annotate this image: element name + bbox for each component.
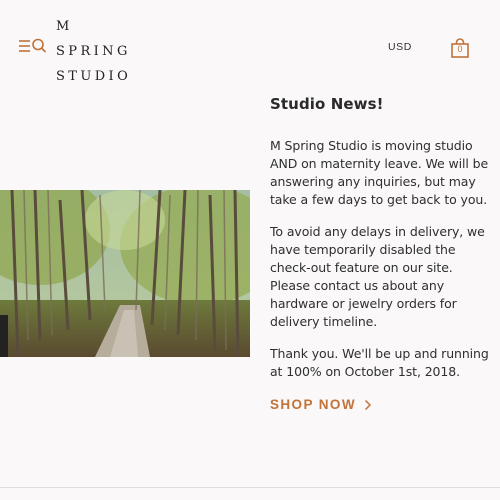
logo-line-2: SPRING bbox=[56, 44, 131, 59]
chevron-right-icon bbox=[364, 399, 372, 410]
news-content: Studio News! M Spring Studio is moving s… bbox=[270, 93, 492, 413]
cart-button[interactable]: 0 bbox=[450, 38, 470, 58]
logo-line-3: STUDIO bbox=[56, 69, 132, 84]
news-title: Studio News! bbox=[270, 95, 384, 113]
search-icon bbox=[32, 38, 47, 53]
logo-line-1: M bbox=[56, 19, 73, 34]
news-paragraph-2: To avoid any delays in delivery, we have… bbox=[270, 224, 485, 329]
forest-road-photo bbox=[0, 190, 250, 357]
shop-now-button[interactable]: SHOP NOW bbox=[270, 397, 372, 412]
site-header: M SPRING STUDIO USD 0 bbox=[0, 0, 500, 90]
site-logo[interactable]: M SPRING STUDIO bbox=[56, 14, 131, 89]
hamburger-icon[interactable] bbox=[19, 37, 47, 55]
shop-now-label: SHOP NOW bbox=[270, 397, 356, 412]
news-paragraph-1: M Spring Studio is moving studio AND on … bbox=[270, 138, 489, 207]
cart-count: 0 bbox=[457, 44, 463, 54]
footer-divider bbox=[0, 487, 500, 488]
menu-search-button[interactable] bbox=[19, 37, 47, 55]
currency-selector[interactable]: USD bbox=[388, 41, 412, 53]
news-paragraph-3: Thank you. We'll be up and running at 10… bbox=[270, 346, 489, 379]
